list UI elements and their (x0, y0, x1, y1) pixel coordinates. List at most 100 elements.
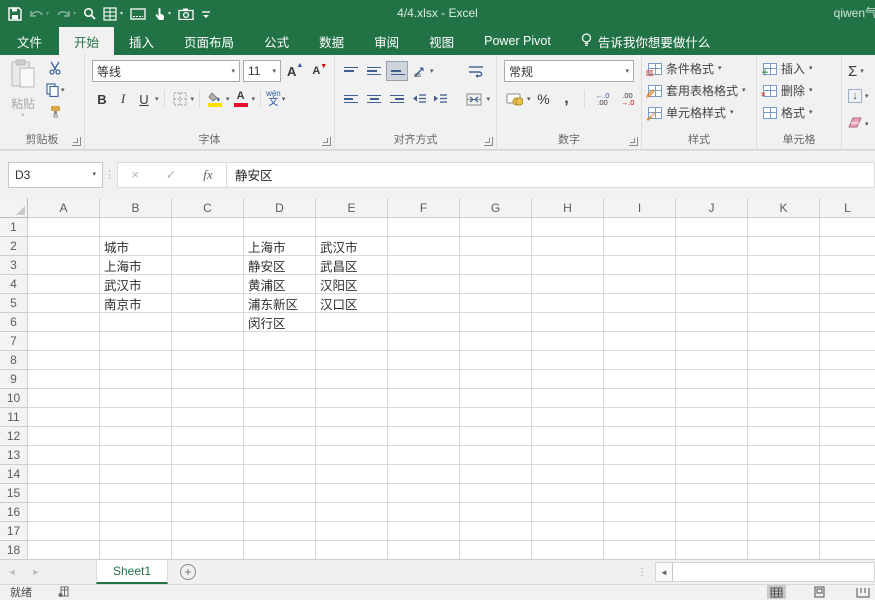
cell-C4[interactable] (172, 275, 244, 294)
autosum-button[interactable]: Σ (848, 63, 857, 80)
cell-D18[interactable] (244, 541, 316, 559)
cell-A13[interactable] (28, 446, 100, 465)
font-dialog-launcher[interactable] (322, 137, 331, 146)
cell-G4[interactable] (460, 275, 532, 294)
cell-I10[interactable] (604, 389, 676, 408)
cell-F9[interactable] (388, 370, 460, 389)
cell-D6[interactable]: 闵行区 (244, 313, 316, 332)
cell-K7[interactable] (748, 332, 820, 351)
cell-G12[interactable] (460, 427, 532, 446)
cell-A5[interactable] (28, 294, 100, 313)
cell-C12[interactable] (172, 427, 244, 446)
cell-I14[interactable] (604, 465, 676, 484)
cell-J8[interactable] (676, 351, 748, 370)
cell-C10[interactable] (172, 389, 244, 408)
cell-J17[interactable] (676, 522, 748, 541)
cell-H9[interactable] (532, 370, 604, 389)
cell-D4[interactable]: 黄浦区 (244, 275, 316, 294)
align-left-button[interactable] (340, 89, 362, 109)
scroll-left-icon[interactable]: ◄ (656, 568, 672, 577)
cell-D8[interactable] (244, 351, 316, 370)
cell-H14[interactable] (532, 465, 604, 484)
font-color-button[interactable]: A (231, 89, 251, 109)
tab-insert[interactable]: 插入 (114, 27, 169, 55)
cell-J2[interactable] (676, 237, 748, 256)
cell-L10[interactable] (820, 389, 875, 408)
cell-K8[interactable] (748, 351, 820, 370)
accounting-caret-icon[interactable]: ▾ (527, 96, 531, 103)
align-center-button[interactable] (363, 89, 385, 109)
tab-formulas[interactable]: 公式 (249, 27, 304, 55)
cell-I7[interactable] (604, 332, 676, 351)
cell-B4[interactable]: 武汉市 (100, 275, 172, 294)
cell-B1[interactable] (100, 218, 172, 237)
formula-input[interactable]: 静安区 (227, 162, 875, 188)
cell-C14[interactable] (172, 465, 244, 484)
column-header-E[interactable]: E (316, 198, 388, 218)
cell-F4[interactable] (388, 275, 460, 294)
font-color-caret-icon[interactable]: ▾ (252, 96, 256, 103)
number-format-select[interactable]: 常规 ▾ (504, 60, 634, 82)
page-break-preview-button[interactable] (853, 585, 873, 599)
cell-G8[interactable] (460, 351, 532, 370)
decrease-indent-button[interactable] (409, 89, 429, 109)
cell-D12[interactable] (244, 427, 316, 446)
cell-K1[interactable] (748, 218, 820, 237)
fill-color-caret-icon[interactable]: ▾ (226, 96, 230, 103)
cut-button[interactable] (46, 61, 65, 75)
cell-J1[interactable] (676, 218, 748, 237)
cell-D2[interactable]: 上海市 (244, 237, 316, 256)
cell-E6[interactable] (316, 313, 388, 332)
cell-J15[interactable] (676, 484, 748, 503)
cell-K13[interactable] (748, 446, 820, 465)
column-header-A[interactable]: A (28, 198, 100, 218)
cell-I2[interactable] (604, 237, 676, 256)
cell-L1[interactable] (820, 218, 875, 237)
cell-K17[interactable] (748, 522, 820, 541)
tab-view[interactable]: 视图 (414, 27, 469, 55)
merge-center-button[interactable] (464, 89, 484, 109)
cell-K12[interactable] (748, 427, 820, 446)
cell-J18[interactable] (676, 541, 748, 559)
cell-K11[interactable] (748, 408, 820, 427)
cell-K16[interactable] (748, 503, 820, 522)
accounting-format-button[interactable] (504, 89, 524, 109)
cell-E15[interactable] (316, 484, 388, 503)
cell-F15[interactable] (388, 484, 460, 503)
comma-style-button[interactable]: , (557, 89, 577, 109)
italic-button[interactable]: I (113, 89, 133, 109)
cell-B2[interactable]: 城市 (100, 237, 172, 256)
cell-D14[interactable] (244, 465, 316, 484)
cell-F18[interactable] (388, 541, 460, 559)
tabbar-resize-handle[interactable]: ⋮ (629, 560, 655, 584)
cell-L4[interactable] (820, 275, 875, 294)
underline-button[interactable]: U (134, 89, 154, 109)
spreadsheet[interactable]: ABCDEFGHIJKL12城市上海市武汉市3上海市静安区武昌区4武汉市黄浦区汉… (0, 198, 875, 559)
row-header-16[interactable]: 16 (0, 503, 28, 522)
number-dialog-launcher[interactable] (629, 137, 638, 146)
cell-H15[interactable] (532, 484, 604, 503)
cell-styles-button[interactable]: 🖌 单元格样式 ▾ (648, 104, 746, 121)
cell-A7[interactable] (28, 332, 100, 351)
cell-H3[interactable] (532, 256, 604, 275)
cell-G18[interactable] (460, 541, 532, 559)
cell-F13[interactable] (388, 446, 460, 465)
insert-function-icon[interactable]: fx (203, 167, 212, 183)
cell-G3[interactable] (460, 256, 532, 275)
cell-H10[interactable] (532, 389, 604, 408)
middle-align-button[interactable] (363, 61, 385, 81)
cell-E16[interactable] (316, 503, 388, 522)
cell-C11[interactable] (172, 408, 244, 427)
cell-G6[interactable] (460, 313, 532, 332)
add-sheet-button[interactable]: + (168, 560, 208, 584)
row-header-3[interactable]: 3 (0, 256, 28, 275)
paste-button[interactable]: 粘贴 ▾ (4, 59, 42, 133)
cell-I1[interactable] (604, 218, 676, 237)
cell-D9[interactable] (244, 370, 316, 389)
cell-E2[interactable]: 武汉市 (316, 237, 388, 256)
cell-G2[interactable] (460, 237, 532, 256)
cell-J16[interactable] (676, 503, 748, 522)
font-name-select[interactable]: 等线 ▾ (92, 60, 240, 82)
cell-J3[interactable] (676, 256, 748, 275)
column-header-C[interactable]: C (172, 198, 244, 218)
